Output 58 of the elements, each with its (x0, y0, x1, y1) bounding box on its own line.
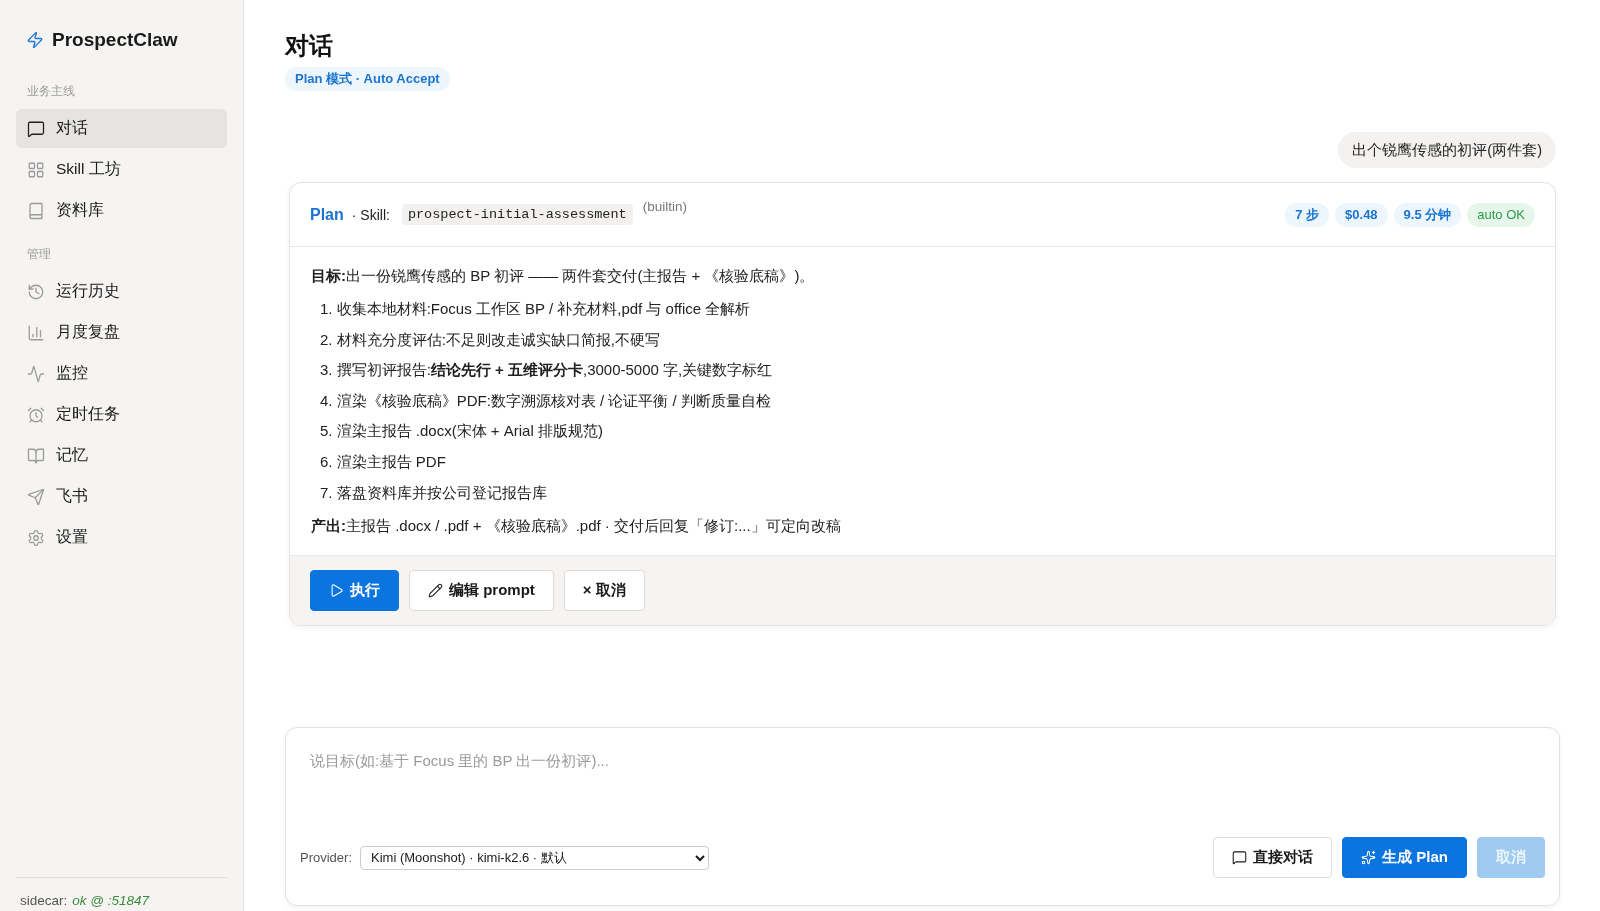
bar-chart-icon (27, 323, 45, 342)
stat-chip: auto OK (1467, 202, 1535, 227)
status-value: ok @ :51847 (72, 893, 150, 909)
nav-item[interactable]: 运行历史 (16, 272, 227, 311)
section-label: 管理 (26, 246, 52, 262)
open-book-icon (27, 446, 45, 465)
provider-select[interactable]: Kimi (Moonshot) · kimi-k2.6 · 默认 (360, 845, 710, 870)
history-icon (27, 282, 45, 301)
sparkles-icon (1361, 850, 1377, 865)
chat-bubble-icon (1232, 850, 1248, 865)
nav-item[interactable]: 记忆 (16, 436, 227, 475)
skill-source: (builtin) (642, 198, 687, 216)
nav-item[interactable]: 对话 (16, 109, 227, 148)
plan-step: 5. 渲染主报告 .docx(宋体 + Arial 排版规范) (320, 416, 603, 447)
nav-item[interactable]: 资料库 (16, 191, 227, 230)
goal-input[interactable]: 说目标(如:基于 Focus 里的 BP 出一份初评)... (300, 742, 1545, 822)
paper-plane-icon (27, 487, 45, 506)
page-title: 对话 (285, 31, 333, 61)
skill-name: prospect-initial-assessment (401, 204, 633, 225)
chat-bubble-icon (27, 119, 45, 138)
lightning-icon (26, 31, 44, 49)
plan-step: 6. 渲染主报告 PDF (320, 446, 446, 478)
pulse-icon (27, 364, 45, 383)
nav-item[interactable]: Skill 工坊 (16, 150, 227, 189)
book-icon (27, 201, 45, 220)
plan-goal: 目标:出一份锐鹰传感的 BP 初评 —— 两件套交付(主报告 + 《核验底稿》)。 (311, 266, 815, 286)
user-message: 出个锐鹰传感的初评(两件套) (1338, 132, 1556, 168)
plan-step: 3. 撰写初评报告:结论先行 + 五维评分卡,3000-5000 字,关键数字标红 (320, 355, 773, 386)
plan-action-button[interactable]: × 取消 (563, 570, 645, 612)
plan-step: 7. 落盘资料库并按公司登记报告库 (320, 477, 547, 509)
plan-action-button[interactable]: 编辑 prompt (409, 570, 554, 612)
provider-label: Provider: (300, 850, 353, 865)
settings-icon (27, 528, 45, 547)
stat-chip: $0.48 (1335, 202, 1388, 227)
pencil-icon (428, 583, 443, 599)
status-label: sidecar: (20, 893, 68, 909)
plan-title: Plan (310, 205, 344, 224)
mode-badge: Plan 模式 · Auto Accept (285, 67, 450, 91)
plan-step: 2. 材料充分度评估:不足则改走诚实缺口简报,不硬写 (320, 324, 660, 356)
skill-label: · Skill: (351, 206, 390, 223)
nav-item[interactable]: 设置 (16, 518, 227, 557)
composer-button[interactable]: 生成 Plan (1342, 837, 1467, 878)
alarm-clock-icon (27, 405, 45, 424)
nav-item[interactable]: 定时任务 (16, 395, 227, 434)
grid-icon (27, 160, 45, 179)
play-icon (329, 583, 344, 599)
nav-item[interactable]: 飞书 (16, 477, 227, 516)
section-label: 业务主线 (26, 83, 76, 99)
plan-output: 产出:主报告 .docx / .pdf + 《核验底稿》.pdf · 交付后回复「修订:...」可定向改稿 (311, 516, 841, 537)
plan-step: 1. 收集本地材料:Focus 工作区 BP / 补充材料,pdf 与 office 全解析 (320, 294, 751, 325)
stat-chip: 9.5 分钟 (1393, 202, 1462, 227)
brand-name: ProspectClaw (52, 29, 178, 51)
nav-item[interactable]: 监控 (16, 354, 227, 393)
plan-action-button[interactable]: 执行 (310, 570, 399, 612)
plan-step: 4. 渲染《核验底稿》PDF:数字溯源核对表 / 论证平衡 / 判断质量自检 (320, 385, 771, 417)
composer-button[interactable]: 直接对话 (1213, 837, 1333, 878)
stat-chip: 7 步 (1285, 202, 1330, 227)
nav-item[interactable]: 月度复盘 (16, 313, 227, 352)
